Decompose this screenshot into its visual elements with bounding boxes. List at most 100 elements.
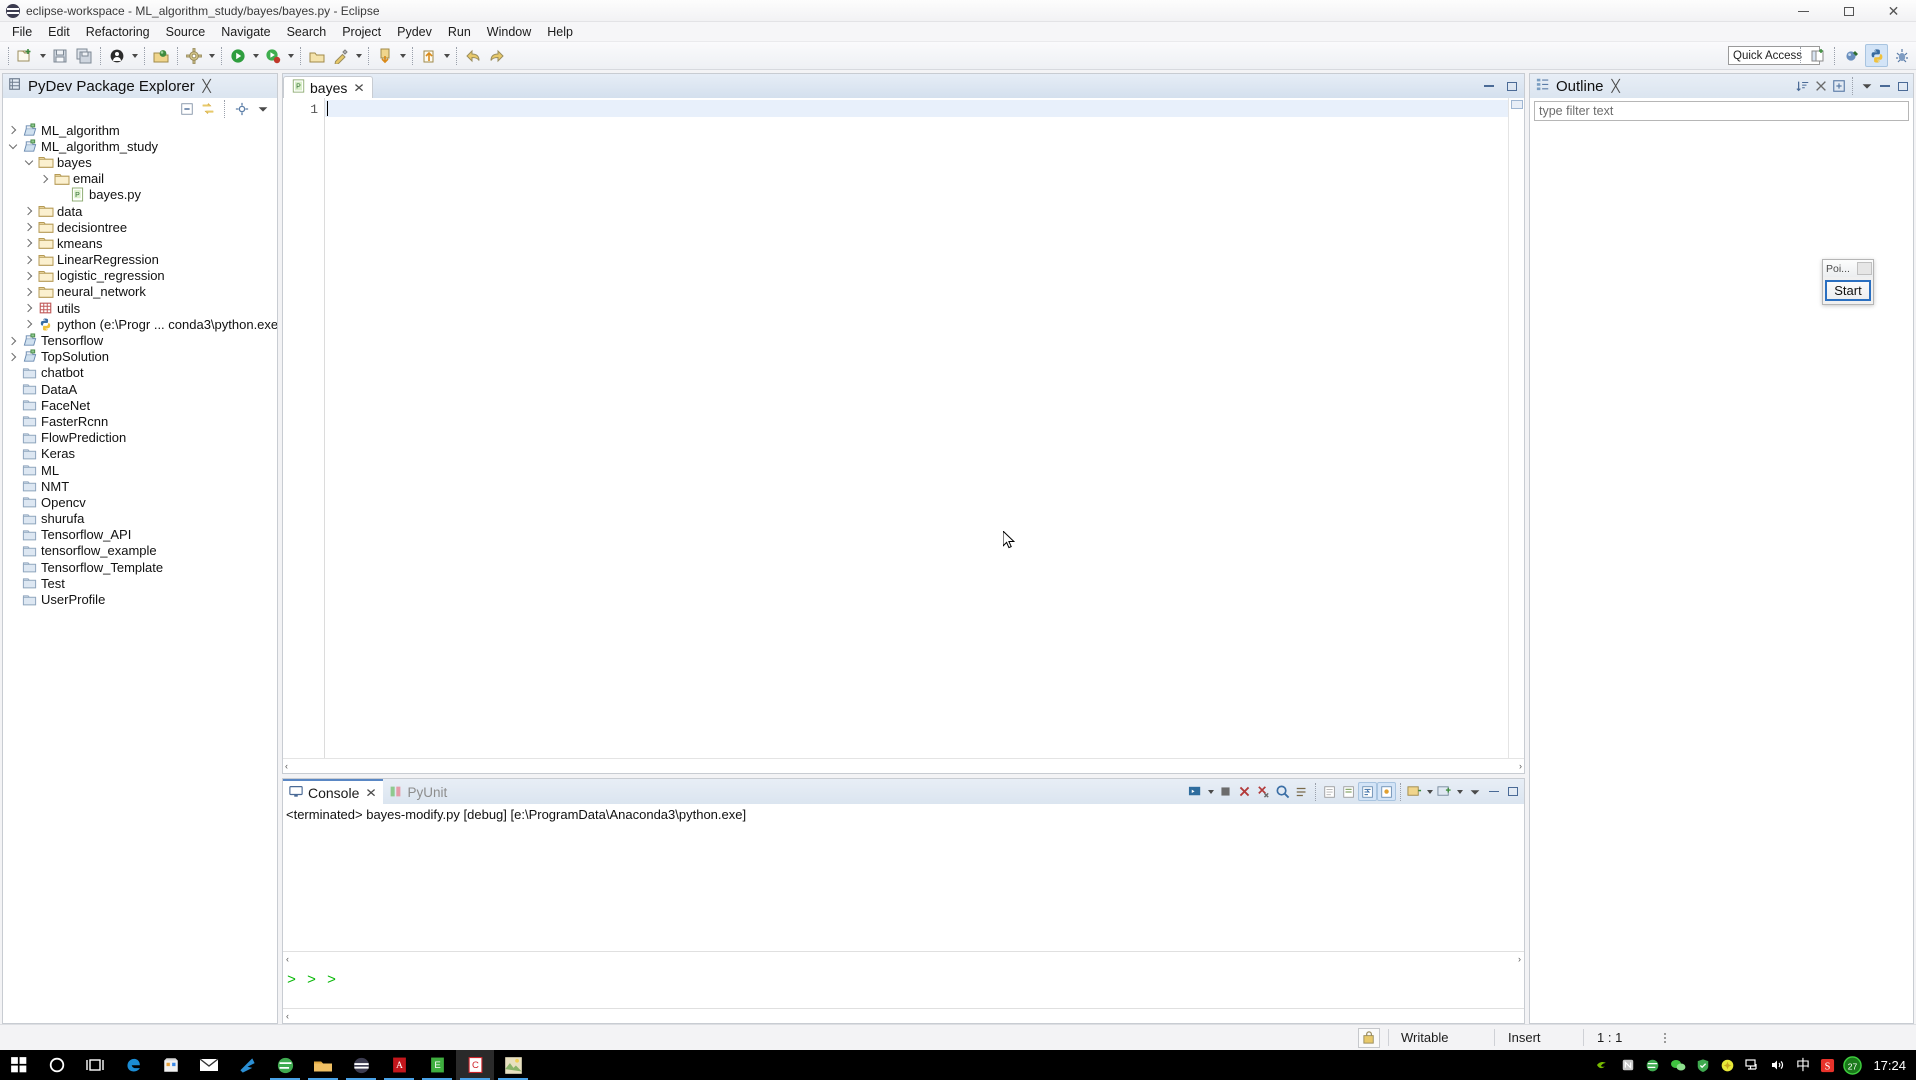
tree-item-chatbot[interactable]: chatbot <box>3 365 277 381</box>
minimize-button[interactable] <box>1781 0 1826 22</box>
menu-source[interactable]: Source <box>158 23 214 41</box>
debug-icon[interactable] <box>262 45 284 67</box>
run-dropdown-icon[interactable] <box>250 45 261 67</box>
start-button[interactable]: Start <box>1825 280 1871 301</box>
tree-item-linearregression[interactable]: LinearRegression <box>3 252 277 268</box>
outline-tree[interactable] <box>1530 121 1913 1023</box>
tree-item-neural_network[interactable]: neural_network <box>3 284 277 300</box>
nvidia-icon[interactable] <box>1590 1050 1615 1080</box>
remove-all-terminated-icon[interactable] <box>1254 782 1273 801</box>
build-dropdown-icon[interactable] <box>206 45 217 67</box>
save-all-icon[interactable] <box>73 45 95 67</box>
chevron-right-icon[interactable] <box>5 349 21 365</box>
point-popup-window[interactable]: Poi... Start <box>1822 259 1874 305</box>
project-tree[interactable]: ML_algorithm ML_algorithm_study bayes email… <box>3 120 277 1023</box>
new-console-view-icon[interactable] <box>1435 782 1454 801</box>
menu-file[interactable]: File <box>4 23 40 41</box>
display-console-dropdown-icon[interactable] <box>1205 781 1216 803</box>
remove-launch-icon[interactable] <box>1235 782 1254 801</box>
weather-badge[interactable]: 27 <box>1840 1050 1865 1080</box>
new-wizard-dropdown-icon[interactable] <box>37 45 48 67</box>
new-wizard-icon[interactable] <box>14 45 36 67</box>
tree-item-userprofile[interactable]: UserProfile <box>3 591 277 607</box>
tree-item-dataa[interactable]: DataA <box>3 381 277 397</box>
scroll-right-icon[interactable]: › <box>1519 761 1522 771</box>
view-menu-icon[interactable] <box>1465 782 1484 801</box>
tree-item-fasterrcnn[interactable]: FasterRcnn <box>3 413 277 429</box>
security-shield-icon[interactable] <box>1690 1050 1715 1080</box>
maximize-icon[interactable] <box>1503 78 1520 95</box>
chevron-right-icon[interactable] <box>21 252 37 268</box>
maximize-icon[interactable] <box>1503 782 1522 801</box>
scrollbar-thumb[interactable] <box>1510 100 1523 109</box>
debug-perspective-icon[interactable] <box>1840 44 1863 67</box>
nfc-icon[interactable] <box>1615 1050 1640 1080</box>
collapse-all-icon[interactable] <box>178 101 195 118</box>
close-icon[interactable]: ╳ <box>202 79 210 93</box>
tree-item-data[interactable]: data <box>3 203 277 219</box>
tree-item-tensorflow_template[interactable]: Tensorflow_Template <box>3 559 277 575</box>
code-area[interactable]: 1 <box>283 98 1524 758</box>
pydev-perspective-icon[interactable] <box>1865 44 1888 67</box>
windows-start-icon[interactable] <box>0 1050 38 1080</box>
tree-item-test[interactable]: Test <box>3 575 277 591</box>
tab-pyunit[interactable]: PyUnit <box>383 779 454 804</box>
open-perspective-icon[interactable] <box>1806 44 1829 67</box>
console-horizontal-scrollbar[interactable]: ‹ › <box>283 951 1524 966</box>
edge-icon[interactable] <box>114 1050 152 1080</box>
browser-tray-icon[interactable] <box>1640 1050 1665 1080</box>
minimize-icon[interactable] <box>1484 782 1503 801</box>
scroll-right-icon[interactable]: › <box>1518 954 1521 964</box>
sort-icon[interactable] <box>1794 78 1811 95</box>
display-selected-console-icon[interactable] <box>1186 782 1205 801</box>
tree-item-flowprediction[interactable]: FlowPrediction <box>3 430 277 446</box>
tree-item-facenet[interactable]: FaceNet <box>3 397 277 413</box>
tree-item-tensorflow[interactable]: Tensorflow <box>3 332 277 348</box>
menu-edit[interactable]: Edit <box>40 23 78 41</box>
snipping-tool-icon[interactable] <box>494 1050 532 1080</box>
tree-item-ml_algorithm_study[interactable]: ML_algorithm_study <box>3 138 277 154</box>
popup-close-button[interactable] <box>1857 262 1872 275</box>
show-console-dropdown-icon[interactable] <box>1424 781 1435 803</box>
tree-item-tensorflow_api[interactable]: Tensorflow_API <box>3 527 277 543</box>
chevron-right-icon[interactable] <box>5 122 21 138</box>
tab-console[interactable]: Console ✕ <box>283 779 384 804</box>
chevron-down-icon[interactable] <box>21 154 37 170</box>
terminate-icon[interactable] <box>1216 782 1235 801</box>
tree-item-topsolution[interactable]: TopSolution <box>3 349 277 365</box>
collapse-all-icon[interactable] <box>1858 78 1875 95</box>
tree-item-logistic_regression[interactable]: logistic_regression <box>3 268 277 284</box>
menu-pydev[interactable]: Pydev <box>389 23 440 41</box>
open-type-icon[interactable] <box>150 45 172 67</box>
taskbar-clock[interactable]: 17:24 <box>1873 1058 1906 1073</box>
status-resize-handle[interactable] <box>1664 1032 1666 1043</box>
next-annotation-icon[interactable] <box>374 45 396 67</box>
view-menu-icon[interactable] <box>254 101 271 118</box>
close-icon[interactable]: ╳ <box>1611 79 1619 93</box>
chevron-right-icon[interactable] <box>21 219 37 235</box>
expand-all-icon[interactable] <box>1830 78 1847 95</box>
chevron-right-icon[interactable] <box>21 235 37 251</box>
external-tools-icon[interactable] <box>330 45 352 67</box>
clear-console-icon[interactable] <box>1273 782 1292 801</box>
close-button[interactable]: ✕ <box>1871 0 1916 22</box>
minimize-icon[interactable] <box>1480 78 1497 95</box>
ime-indicator[interactable]: 中 <box>1790 1050 1815 1080</box>
pdf-reader-icon[interactable]: A <box>380 1050 418 1080</box>
chevron-right-icon[interactable] <box>21 268 37 284</box>
editor-vertical-scrollbar[interactable] <box>1508 98 1524 758</box>
task-view-icon[interactable] <box>76 1050 114 1080</box>
tree-item-kmeans[interactable]: kmeans <box>3 235 277 251</box>
tree-item-utils[interactable]: utils <box>3 300 277 316</box>
mail-icon[interactable] <box>190 1050 228 1080</box>
next-annotation-dropdown-icon[interactable] <box>397 45 408 67</box>
word-wrap-icon[interactable] <box>1358 782 1377 801</box>
previous-annotation-dropdown-icon[interactable] <box>441 45 452 67</box>
clion-icon[interactable]: C <box>456 1050 494 1080</box>
tree-item-keras[interactable]: Keras <box>3 446 277 462</box>
scroll-left-icon[interactable]: ‹ <box>286 1011 289 1021</box>
file-explorer-icon[interactable] <box>304 1050 342 1080</box>
tree-item-python[interactable]: python (e:\Progr ... conda3\python.exe) <box>3 316 277 332</box>
menu-refactoring[interactable]: Refactoring <box>78 23 158 41</box>
outline-filter-input[interactable]: type filter text <box>1534 101 1909 121</box>
